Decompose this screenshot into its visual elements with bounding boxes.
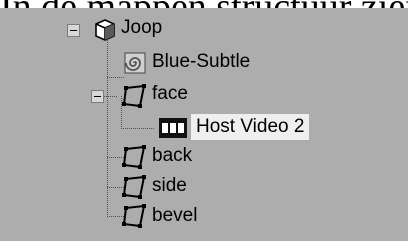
polygon-face-icon: [122, 84, 146, 108]
tree-item-label[interactable]: bevel: [152, 205, 197, 227]
tree-item-label[interactable]: Blue-Subtle: [152, 51, 250, 73]
tree-line: [121, 128, 154, 129]
film-strip-icon: [159, 118, 187, 138]
tree-panel[interactable]: Joop Blue-Subtle face Host Video 2 back …: [0, 8, 408, 241]
tree-item-label[interactable]: side: [152, 175, 187, 197]
polygon-face-icon: [122, 175, 146, 199]
cube-icon: [95, 19, 115, 41]
polygon-face-icon: [122, 204, 146, 228]
polygon-face-icon: [122, 145, 146, 169]
tree-line: [107, 77, 124, 78]
tree-item-label-selected[interactable]: Host Video 2: [191, 114, 310, 140]
tree-item-label[interactable]: face: [152, 83, 188, 105]
tree-line: [107, 31, 108, 217]
swirl-shader-icon: [124, 52, 146, 74]
tree-item-label[interactable]: Joop: [121, 17, 162, 39]
tree-line: [104, 96, 117, 97]
collapse-face-button[interactable]: [91, 90, 104, 103]
collapse-root-button[interactable]: [67, 24, 80, 37]
tree-item-label[interactable]: back: [152, 145, 192, 167]
